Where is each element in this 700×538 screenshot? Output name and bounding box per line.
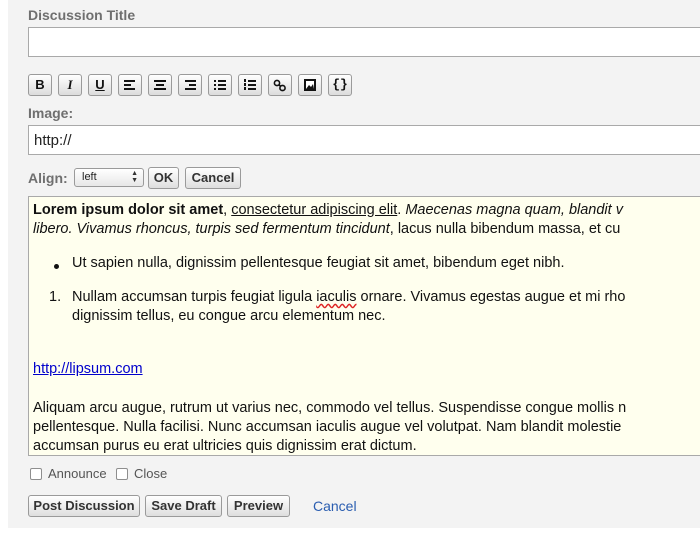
align-selected-value: left (82, 171, 97, 183)
cancel-link[interactable]: Cancel (313, 498, 357, 514)
text-fragment: Nullam accumsan turpis feugiat ligula (72, 289, 317, 305)
image-button[interactable] (298, 74, 322, 96)
discussion-title-input[interactable] (28, 27, 700, 57)
text-fragment: , (223, 202, 232, 218)
italic-button[interactable]: I (58, 74, 82, 96)
link-icon (273, 79, 286, 92)
align-left-button[interactable] (118, 74, 142, 96)
discussion-body-editor[interactable]: Lorem ipsum dolor sit amet, consectetur … (28, 196, 700, 456)
numbered-list-item: Nullam accumsan turpis feugiat ligula ia… (72, 288, 625, 307)
editor-paragraph-2-line-3: accumsan purus eu erat ultricies quis di… (33, 438, 417, 454)
bold-icon: B (35, 77, 45, 92)
editor-paragraph-1: Lorem ipsum dolor sit amet, consectetur … (33, 201, 623, 220)
lipsum-link[interactable]: http://lipsum.com (33, 360, 143, 379)
underline-button[interactable]: U (88, 74, 112, 96)
link-button[interactable] (268, 74, 292, 96)
editor-paragraph-1-line-2: libero. Vivamus rhoncus, turpis sed ferm… (33, 220, 620, 239)
underline-icon: U (95, 77, 105, 92)
bold-button[interactable]: B (28, 74, 52, 96)
image-icon (304, 79, 316, 91)
align-label: Align: (28, 170, 68, 186)
align-right-icon (185, 80, 196, 90)
numbered-list-icon (244, 79, 256, 90)
misspelled-word: iaculis (316, 289, 357, 305)
align-select[interactable]: left ▲ ▼ (74, 168, 144, 187)
bullet-list-icon (214, 80, 226, 90)
italic-text: Maecenas magna quam, blandit v (405, 202, 623, 218)
close-checkbox[interactable] (116, 468, 128, 480)
editor-paragraph-2-line-2: pellentesque. Nulla facilisi. Nunc accum… (33, 419, 622, 435)
text-fragment: , lacus nulla bibendum massa, et cu (389, 221, 621, 237)
italic-icon: I (67, 77, 73, 92)
align-left-icon (124, 80, 135, 90)
numbered-list-button[interactable] (238, 74, 262, 96)
italic-text: libero. Vivamus rhoncus, turpis sed ferm… (33, 221, 390, 237)
code-icon: {} (332, 77, 348, 92)
underlined-text: consectetur adipiscing elit (231, 202, 398, 218)
announce-label: Announce (48, 466, 107, 481)
image-url-input[interactable]: http:// (28, 125, 700, 155)
bullet-list-button[interactable] (208, 74, 232, 96)
bullet-list-item: Ut sapien nulla, dignissim pellentesque … (72, 255, 565, 271)
align-center-icon (154, 80, 166, 90)
align-center-button[interactable] (148, 74, 172, 96)
lipsum-link-text[interactable]: http://lipsum.com (33, 361, 143, 377)
bullet-dot-icon (54, 264, 59, 269)
announce-checkbox[interactable] (30, 468, 42, 480)
image-label: Image: (28, 105, 74, 121)
align-right-button[interactable] (178, 74, 202, 96)
post-discussion-button[interactable]: Post Discussion (28, 495, 140, 517)
select-arrows-icon: ▲ ▼ (131, 170, 138, 184)
text-fragment: ornare. Vivamus egestas augue et mi rho (356, 289, 626, 305)
numbered-list-marker: 1. (49, 289, 62, 305)
code-button[interactable]: {} (328, 74, 352, 96)
preview-button[interactable]: Preview (227, 495, 290, 517)
image-ok-button[interactable]: OK (148, 167, 179, 189)
save-draft-button[interactable]: Save Draft (145, 495, 222, 517)
close-label: Close (134, 466, 168, 481)
numbered-list-item-line-2: dignissim tellus, eu congue arcu element… (72, 308, 386, 324)
discussion-title-label: Discussion Title (28, 7, 136, 23)
editor-paragraph-2-line-1: Aliquam arcu augue, rutrum ut varius nec… (33, 400, 627, 416)
discussion-form: Discussion Title B I U {} Image: http://… (8, 0, 700, 528)
bold-text: Lorem ipsum dolor sit amet (33, 202, 224, 218)
image-cancel-button[interactable]: Cancel (185, 167, 241, 189)
